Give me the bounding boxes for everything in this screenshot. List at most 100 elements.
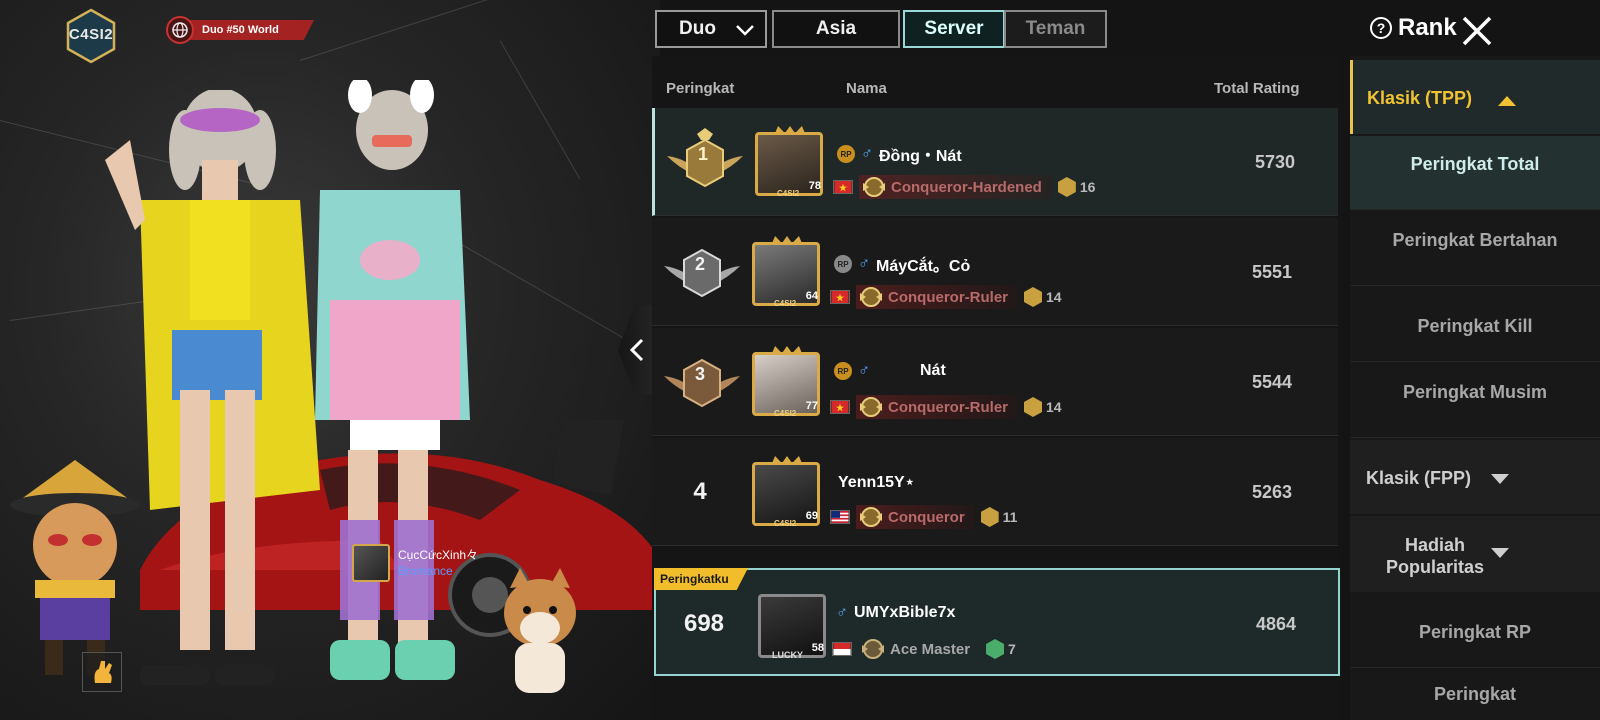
ace-tier-icon [862,639,884,659]
menu-item-peringkat-bertahan[interactable]: Peringkat Bertahan [1350,212,1600,286]
player-level: 78 [808,180,821,192]
my-rank-label: Peringkatku [654,568,748,590]
royale-pass-icon: RP [837,145,855,163]
player-tier: Conqueror-Ruler [888,398,1008,416]
mode-dropdown[interactable]: Duo [655,10,767,48]
rank-number: 2 [694,254,705,274]
character-pastel-hoodie [315,80,470,680]
player-name: Nát [920,362,946,379]
player-avatar[interactable]: 64 C4SI2 [752,236,822,308]
my-tier: Ace Master [890,640,971,658]
tab-asia[interactable]: Asia [772,10,900,48]
my-rank-number: 698 [683,610,725,637]
emote-button[interactable] [82,652,122,692]
vietnam-flag-icon [830,400,850,414]
star-icon [986,639,1005,659]
tier-stars: 14 [1046,399,1062,415]
my-stars: 7 [1008,641,1016,657]
male-icon: ♂ [858,255,870,272]
menu-item-peringkat-rp[interactable]: Peringkat RP [1350,594,1600,668]
mode-dropdown-value: Duo [679,18,716,39]
male-icon: ♂ [836,604,848,621]
malaysia-flag-icon [830,510,850,524]
table-row[interactable]: 2 64 C4SI2 RP ♂ MáyCắt。Cỏ Conqueror-Rule… [652,218,1338,326]
category-klasik-tpp[interactable]: Klasik (TPP) [1350,60,1600,134]
category-hadiah-popularitas[interactable]: Hadiah Popularitas [1350,516,1600,592]
royale-pass-icon: RP [834,255,852,273]
player-tier: Conqueror-Ruler [888,288,1008,306]
player-name: Đồng・Nát [879,148,962,165]
player-name: MáyCắt。Cỏ [876,258,971,275]
triangle-down-icon [1491,548,1509,558]
conqueror-tier-icon [860,507,882,527]
player-level: 69 [805,510,818,522]
star-icon [1024,397,1042,417]
duo-title-tag[interactable]: Duo #50 World [166,16,314,44]
star-icon [1024,287,1042,307]
shiba-pet [504,568,576,693]
hand-icon [94,661,112,683]
close-icon[interactable] [1460,14,1494,48]
player-rating: 5544 [1251,372,1293,392]
menu-item-peringkat-total[interactable]: Peringkat Total [1350,136,1600,210]
my-rank-row[interactable]: Peringkatku 698 58 LUCKY ♂ UMYxBible7x A… [654,568,1340,676]
player-level: 64 [805,290,818,302]
my-avatar-tag: LUCKY [772,650,803,660]
avatar-crew-badge: C4SI2 [777,189,800,198]
rank-title: ? Rank [1370,14,1457,42]
column-header-rating: Total Rating [1214,80,1300,97]
tier-stars: 11 [1002,509,1018,525]
partner-bond: Bromance [398,564,453,578]
partner-name: CụcCứcXinh々 [398,548,479,562]
player-tier: Conqueror [888,508,965,526]
player-avatar[interactable]: 69 C4SI2 [752,456,822,528]
triangle-down-icon [1491,474,1509,484]
tier-stars: 16 [1079,179,1096,195]
menu-item-peringkat-musim[interactable]: Peringkat Musim [1350,364,1600,438]
indonesia-flag-icon [832,642,852,656]
tier-stars: 14 [1046,289,1062,305]
royale-pass-icon: RP [834,362,852,380]
rank-category-menu: Klasik (TPP) Peringkat Total Peringkat B… [1350,56,1600,720]
player-rating: 5263 [1251,482,1293,502]
conqueror-tier-icon [863,177,885,197]
menu-item-peringkat-more[interactable]: Peringkat [1350,670,1600,720]
tab-teman[interactable]: Teman [1004,10,1107,48]
player-avatar[interactable]: 78 C4SI2 [755,126,825,198]
triangle-up-icon [1498,96,1516,106]
avatar-crew-badge: C4SI2 [774,519,797,528]
table-row[interactable]: 3 77 C4SI2 RP ♂ Nát Conqueror-Ruler 14 5… [652,328,1338,436]
rank-title-text: Rank [1398,14,1457,41]
vietnam-flag-icon [833,180,853,194]
menu-item-peringkat-kill[interactable]: Peringkat Kill [1350,288,1600,362]
player-rating: 5551 [1251,262,1293,282]
tab-server[interactable]: Server [903,10,1005,48]
globe-icon [166,16,194,44]
table-row[interactable]: 1 78 C4SI2 RP ♂ Đồng・Nát Conqueror-Harde… [652,108,1338,216]
category-popularitas-label: Hadiah Popularitas [1385,535,1485,577]
help-icon[interactable]: ? [1370,17,1392,39]
star-icon [980,507,999,527]
avatar-crew-badge: C4SI2 [774,409,797,418]
rank-number: 3 [694,364,705,384]
my-level: 58 [811,642,824,654]
rank-number: 1 [697,144,708,164]
my-avatar[interactable]: 58 LUCKY [758,588,828,660]
duo-title-text: Duo #50 World [202,24,279,36]
category-klasik-tpp-label: Klasik (TPP) [1367,88,1473,108]
crew-emblem-text: C4SI2 [68,26,114,43]
star-icon [1057,177,1076,197]
character-yellow-outfit [105,90,320,685]
player-avatar[interactable]: 77 C4SI2 [752,346,822,418]
player-name: Yenn15Y⋆ [838,474,915,491]
player-tier: Conqueror-Hardened [891,178,1042,196]
category-klasik-fpp[interactable]: Klasik (FPP) [1350,440,1600,514]
chevron-left-icon [629,338,644,362]
male-icon: ♂ [861,145,873,162]
table-row[interactable]: 4 69 C4SI2 Yenn15Y⋆ Conqueror 11 5263 [652,438,1338,546]
category-klasik-fpp-label: Klasik (FPP) [1366,468,1472,488]
my-rating: 4864 [1255,614,1297,634]
my-player-name: UMYxBible7x [854,604,956,621]
avatar-crew-badge: C4SI2 [774,299,797,308]
crew-emblem[interactable]: C4SI2 [66,8,116,64]
